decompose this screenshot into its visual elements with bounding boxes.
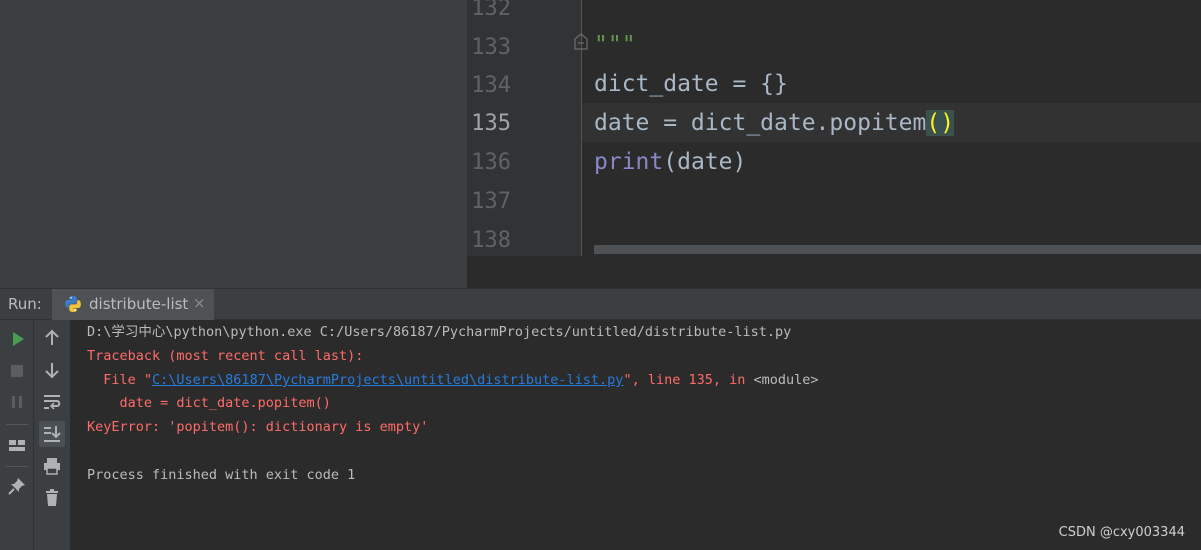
console-exit-status: Process finished with exit code 1 <box>87 467 356 483</box>
code-text: (date) <box>663 149 747 175</box>
toolbar-separator <box>6 466 28 467</box>
line-number: 134 <box>471 73 511 98</box>
matched-parentheses: () <box>926 110 955 136</box>
console-error-message: KeyError: 'popitem(): dictionary is empt… <box>87 419 429 435</box>
pin-tab-button[interactable] <box>4 473 30 499</box>
fold-icon[interactable] <box>573 32 589 50</box>
python-icon <box>64 295 82 313</box>
line-number-current: 135 <box>471 111 511 136</box>
console-command-line: D:\学习中心\python\python.exe C:/Users/86187… <box>87 324 792 340</box>
console-text: File " <box>87 372 153 388</box>
code-text: date = dict_date.popitem <box>594 110 927 136</box>
run-tab-distribute-list[interactable]: distribute-list × <box>52 289 214 320</box>
toolbar-separator <box>6 424 28 425</box>
pause-button[interactable] <box>4 389 30 415</box>
code-line-current: date = dict_date.popitem() <box>594 104 955 143</box>
code-docstring: """ <box>594 32 636 58</box>
console-module: <module> <box>753 372 819 388</box>
code-line: print(date) <box>594 143 746 182</box>
code-line: dict_date = {} <box>594 71 788 97</box>
scroll-down-button[interactable] <box>39 357 65 383</box>
rerun-button[interactable] <box>4 326 30 352</box>
restore-layout-button[interactable] <box>4 432 30 458</box>
run-tab-label: distribute-list <box>89 295 189 313</box>
console-output[interactable]: D:\学习中心\python\python.exe C:/Users/86187… <box>71 320 1201 550</box>
line-number: 136 <box>471 150 511 175</box>
project-pane <box>0 0 467 288</box>
watermark: CSDN @cxy003344 <box>1058 525 1185 540</box>
line-number: 137 <box>471 189 511 214</box>
run-toolbar-secondary <box>34 320 71 550</box>
clear-all-button[interactable] <box>39 485 65 511</box>
code-builtin: print <box>594 149 664 175</box>
close-icon[interactable]: × <box>193 294 206 312</box>
console-traceback-header: Traceback (most recent call last): <box>87 348 364 364</box>
console-traceback-file: File "C:\Users\86187\PycharmProjects\unt… <box>87 368 819 392</box>
line-number: 138 <box>471 228 511 253</box>
horizontal-scrollbar[interactable] <box>594 245 1201 254</box>
line-number: 133 <box>471 35 511 60</box>
soft-wrap-button[interactable] <box>39 389 65 415</box>
line-number-gutter: 132 133 134 135 136 137 138 <box>467 0 581 288</box>
line-number: 132 <box>471 0 511 21</box>
print-button[interactable] <box>39 453 65 479</box>
run-toolbar-primary <box>0 320 34 550</box>
console-traceback-code: date = dict_date.popitem() <box>87 395 331 411</box>
run-label: Run: <box>8 295 42 313</box>
scroll-up-button[interactable] <box>39 325 65 351</box>
editor-bottom-area <box>467 256 1201 288</box>
file-path-link[interactable]: C:\Users\86187\PycharmProjects\untitled\… <box>152 372 623 388</box>
console-text: ", line 135, in <box>623 372 754 388</box>
code-editor[interactable]: 132 133 134 135 136 137 138 """ dict_dat… <box>467 0 1201 288</box>
run-panel-header: Run: distribute-list × <box>0 288 1201 320</box>
stop-button[interactable] <box>4 358 30 384</box>
scroll-to-end-button[interactable] <box>39 421 65 447</box>
